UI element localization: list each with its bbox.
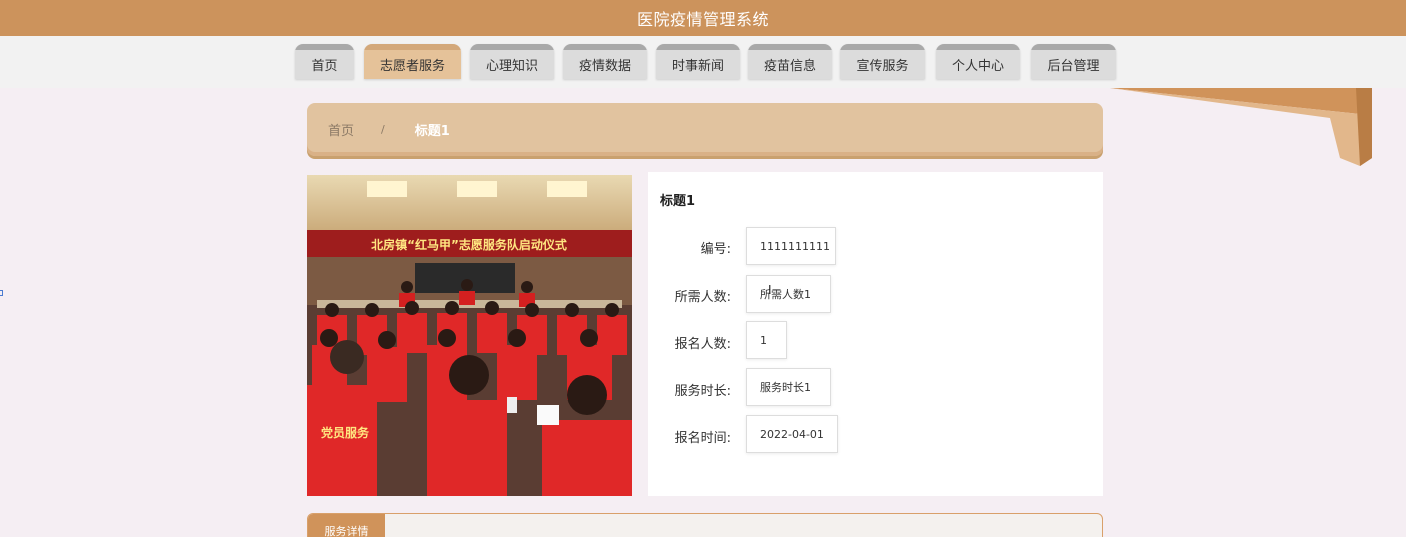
app-header: 医院疫情管理系统 (0, 0, 1406, 36)
nav-item-label: 志愿者服务 (379, 58, 445, 74)
field-label-id: 编号: (700, 242, 731, 257)
nav-item-label: 时事新闻 (671, 58, 724, 74)
nav-item-news[interactable]: 时事新闻 (656, 44, 740, 79)
field-value-enroll-date: 2022-04-01 (746, 415, 838, 453)
nav-item-label: 后台管理 (1047, 58, 1100, 74)
nav-item-home[interactable]: 首页 (295, 44, 354, 79)
tab-service-detail-label: 服务详情 (324, 525, 369, 537)
event-banner-text: 北房镇“红马甲”志愿服务队启动仪式 (371, 237, 567, 252)
nav-item-label: 心理知识 (485, 58, 538, 74)
decorative-ribbon (1110, 88, 1372, 166)
breadcrumb: 首页 / 标题1 (307, 103, 1103, 156)
field-value-enrolled-count: 1 (746, 321, 787, 359)
field-label-required-count: 所需人数: (674, 290, 731, 305)
text-cursor-icon: I (768, 283, 772, 297)
edge-marker (0, 290, 3, 296)
app-title: 医院疫情管理系统 (636, 10, 769, 29)
main-nav: 首页 志愿者服务 心理知识 疫情数据 时事新闻 疫苗信息 宣传服务 个人中心 后… (0, 36, 1406, 88)
nav-item-label: 个人中心 (951, 58, 1004, 74)
nav-item-epidemic-data[interactable]: 疫情数据 (563, 44, 647, 79)
breadcrumb-home-link[interactable]: 首页 (328, 120, 354, 139)
event-photo: 北房镇“红马甲”志愿服务队启动仪式 党员服务 (307, 175, 632, 496)
nav-item-label: 首页 (311, 58, 338, 74)
breadcrumb-separator: / (381, 123, 385, 136)
service-info-panel: 标题1 编号: 1111111111 所需人数: 所需人数1 报名人数: 1 服… (648, 172, 1103, 496)
breadcrumb-current: 标题1 (414, 124, 450, 139)
service-detail-section: 服务详情 (307, 513, 1103, 537)
field-value-service-duration: 服务时长1 (746, 368, 831, 406)
nav-item-volunteer-service[interactable]: 志愿者服务 (364, 44, 461, 79)
vest-text: 党员服务 (321, 425, 370, 440)
service-title: 标题1 (660, 194, 696, 209)
nav-item-personal-center[interactable]: 个人中心 (936, 44, 1020, 79)
tab-service-detail[interactable]: 服务详情 (308, 514, 385, 537)
nav-item-label: 宣传服务 (856, 58, 909, 74)
field-label-enrolled-count: 报名人数: (674, 337, 731, 352)
nav-item-label: 疫苗信息 (763, 58, 816, 74)
field-label-service-duration: 服务时长: (674, 384, 731, 399)
nav-item-label: 疫情数据 (578, 58, 631, 74)
nav-item-psychology[interactable]: 心理知识 (470, 44, 554, 79)
nav-item-publicity[interactable]: 宣传服务 (840, 44, 925, 79)
field-value-required-count: 所需人数1 (746, 275, 831, 313)
field-value-id: 1111111111 (746, 227, 836, 265)
nav-item-admin[interactable]: 后台管理 (1031, 44, 1116, 79)
nav-item-vaccine-info[interactable]: 疫苗信息 (748, 44, 832, 79)
event-photo-image: 北房镇“红马甲”志愿服务队启动仪式 党员服务 (307, 175, 632, 496)
field-label-enroll-date: 报名时间: (674, 431, 731, 446)
